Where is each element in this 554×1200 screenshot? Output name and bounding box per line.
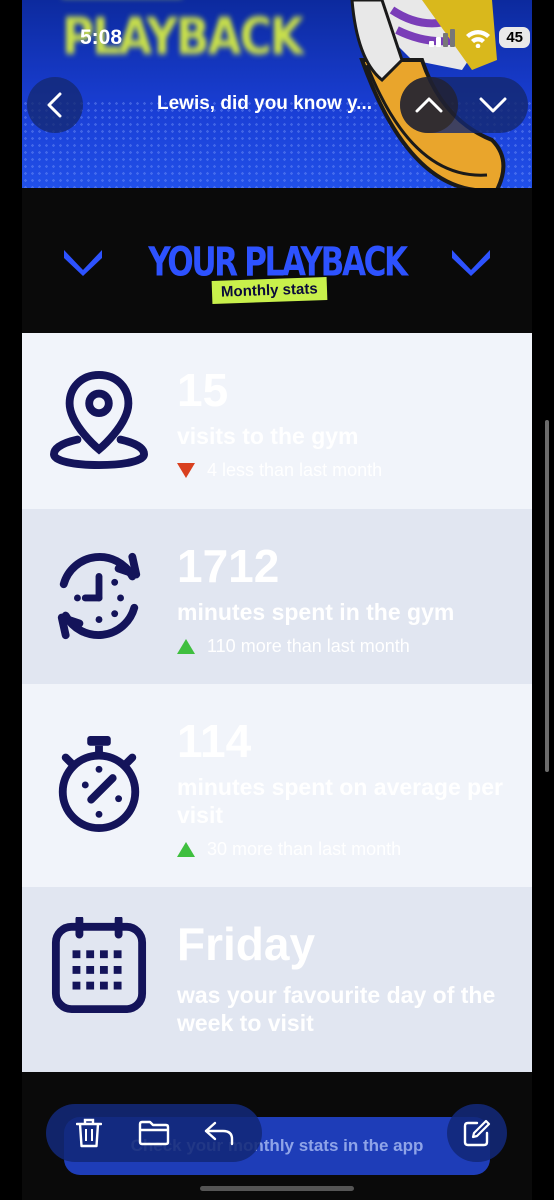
stopwatch-icon [58,735,140,832]
stat-value: Friday [177,918,316,970]
stat-label: visits to the gym [177,423,359,449]
trend-up-icon [177,639,195,654]
playback-header: YOUR PLAYBACK Monthly stats [22,188,532,333]
trash-button[interactable] [72,1116,106,1150]
stat-label: minutes spent on average per visit [177,774,503,828]
trash-icon [75,1118,102,1148]
scroll-indicator[interactable] [545,420,549,772]
trend-up-icon [177,842,195,857]
stat-row-average: 114 minutes spent on average per visit 3… [22,684,532,887]
back-button[interactable] [27,77,83,133]
home-indicator[interactable] [200,1186,354,1191]
trend-down-icon [177,463,195,478]
stat-value: 15 [177,364,229,416]
stat-value: 114 [177,715,252,767]
stat-row-visits: 15 visits to the gym 4 less than last mo… [22,333,532,509]
chevron-down-icon [479,97,507,113]
status-icons: 45 [429,27,530,48]
clock-refresh-icon [57,552,141,640]
stat-row-minutes: 1712 minutes spent in the gym 110 more t… [22,509,532,684]
stat-row-favourite-day: Friday was your favourite day of the wee… [22,887,532,1072]
stat-value: 1712 [177,540,280,592]
email-body: PLAYBACK YOUR PLAYBACK Monthly stats 15 … [22,0,532,1200]
chevron-left-icon [47,92,62,118]
compose-icon [463,1119,491,1147]
reply-button[interactable] [202,1116,236,1150]
reply-icon [205,1121,234,1146]
location-pin-icon [50,371,148,469]
wifi-icon [466,29,491,48]
compose-button[interactable] [447,1104,507,1162]
stat-delta: 4 less than last month [177,460,382,481]
message-navigation [400,77,528,133]
stat-label: minutes spent in the gym [177,599,455,625]
stat-delta: 110 more than last month [177,636,410,657]
move-folder-button[interactable] [137,1116,171,1150]
mail-toolbar [46,1104,262,1162]
monthly-stats-badge: Monthly stats [211,277,328,304]
previous-message-button[interactable] [400,77,458,133]
email-subject: Lewis, did you know y... [157,93,373,114]
status-time: 5:08 [80,26,123,49]
chevron-up-icon [415,97,443,113]
signal-icon [429,28,456,47]
battery-indicator: 45 [499,27,530,48]
stat-label: was your favourite day of the week to vi… [177,982,496,1036]
calendar-icon [51,917,147,1014]
folder-icon [138,1120,170,1146]
next-message-button[interactable] [458,96,528,114]
stat-delta: 30 more than last month [177,839,401,860]
chevron-down-icon [452,250,490,276]
